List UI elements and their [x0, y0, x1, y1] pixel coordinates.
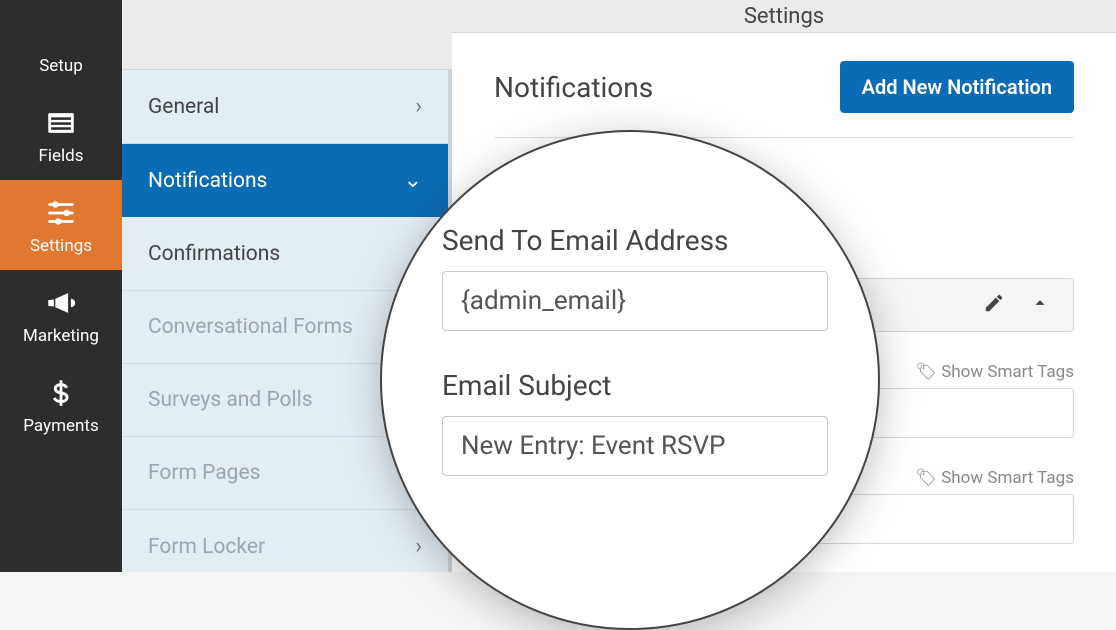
subnav-label: Form Pages: [148, 461, 260, 485]
list-icon: [0, 106, 122, 140]
dollar-icon: [0, 376, 122, 410]
nav-label: Payments: [0, 416, 122, 436]
subnav-item-notifications[interactable]: Notifications ⌄: [122, 144, 448, 217]
send-to-label: Send To Email Address: [442, 224, 828, 257]
subnav-label: Conversational Forms: [148, 315, 353, 339]
edit-icon[interactable]: [983, 292, 1005, 318]
email-subject-input[interactable]: New Entry: Event RSVP: [442, 416, 828, 476]
bullhorn-icon: [0, 286, 122, 320]
add-new-notification-button[interactable]: Add New Notification: [840, 61, 1074, 113]
main-header: Settings: [452, 0, 1116, 33]
nav-label: Setup: [0, 56, 122, 76]
send-to-email-input[interactable]: {admin_email}: [442, 271, 828, 331]
nav-label: Fields: [0, 146, 122, 166]
subnav-label: General: [148, 95, 219, 119]
gear-icon: [0, 16, 122, 50]
section-header: Notifications Add New Notification: [494, 61, 1074, 138]
subnav-label: Confirmations: [148, 242, 280, 266]
chevron-right-icon: ›: [415, 94, 422, 119]
zoom-lens: Send To Email Address {admin_email} Emai…: [380, 130, 880, 630]
nav-item-setup[interactable]: Setup: [0, 0, 122, 90]
tag-icon: 🏷: [915, 468, 941, 488]
nav-item-marketing[interactable]: Marketing: [0, 270, 122, 360]
chevron-right-icon: ›: [415, 534, 422, 559]
sliders-icon: [0, 196, 122, 230]
subnav-label: Notifications: [148, 169, 267, 193]
nav-item-fields[interactable]: Fields: [0, 90, 122, 180]
tag-icon: 🏷: [915, 362, 941, 382]
section-title: Notifications: [494, 71, 653, 104]
chevron-down-icon: ⌄: [404, 168, 422, 193]
page-title: Settings: [744, 4, 824, 29]
subnav-label: Surveys and Polls: [148, 388, 313, 412]
header-bar: [122, 0, 452, 70]
subnav-item-confirmations[interactable]: Confirmations ›: [122, 217, 448, 291]
nav-item-payments[interactable]: Payments: [0, 360, 122, 450]
left-nav: Setup Fields Settings Marketing Payments: [0, 0, 122, 572]
email-subject-label: Email Subject: [442, 369, 828, 402]
chevron-up-icon[interactable]: [1029, 292, 1051, 318]
subnav-item-form-locker[interactable]: Form Locker ›: [122, 510, 448, 572]
subnav-item-general[interactable]: General ›: [122, 70, 448, 144]
nav-label: Marketing: [0, 326, 122, 346]
nav-label: Settings: [0, 236, 122, 256]
nav-item-settings[interactable]: Settings: [0, 180, 122, 270]
subnav-label: Form Locker: [148, 535, 265, 559]
